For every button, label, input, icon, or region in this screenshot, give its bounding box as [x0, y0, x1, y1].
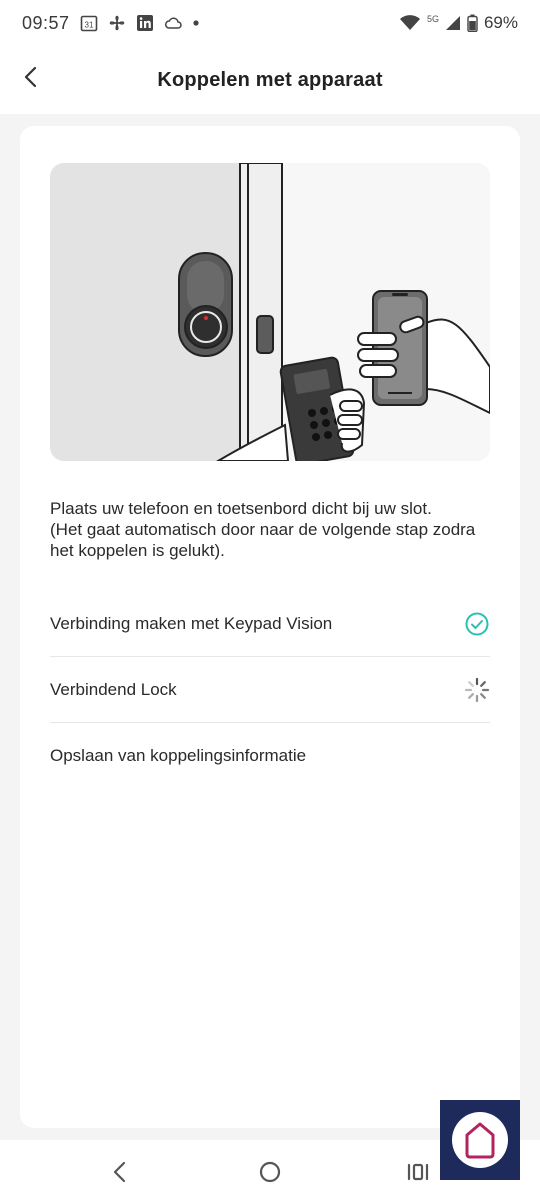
signal-icon: [445, 15, 461, 31]
linkedin-icon: [136, 14, 154, 32]
calendar-day-text: 31: [84, 21, 93, 30]
pairing-steps-list: Verbinding maken met Keypad Vision Verbi…: [50, 591, 490, 789]
nav-home-button[interactable]: [256, 1158, 284, 1186]
cloud-icon: [164, 15, 182, 31]
chevron-left-icon: [24, 66, 37, 88]
instruction-text: Plaats uw telefoon en toetsenbord dicht …: [50, 498, 490, 561]
battery-percentage: 69%: [483, 13, 518, 32]
instruction-line-1: Plaats uw telefoon en toetsenbord dicht …: [50, 499, 432, 518]
nav-back-icon: [113, 1161, 126, 1183]
network-type-text: 5G: [426, 14, 439, 24]
network-type-label: 5G: [427, 14, 439, 24]
step-label: Opslaan van koppelingsinformatie: [50, 746, 307, 765]
nav-recents-icon: [407, 1163, 429, 1181]
content-card: Plaats uw telefoon en toetsenbord dicht …: [20, 126, 520, 1128]
step-item: Verbinding maken met Keypad Vision: [50, 591, 490, 657]
step-label: Verbinding maken met Keypad Vision: [50, 613, 333, 633]
nav-recents-button[interactable]: [404, 1158, 432, 1186]
app-header: Koppelen met apparaat: [0, 46, 540, 114]
wifi-icon: [399, 15, 421, 31]
loading-spinner-icon: [464, 677, 490, 703]
dot-icon: [192, 19, 200, 27]
instruction-line-2: (Het gaat automatisch door naar de volge…: [50, 520, 476, 560]
step-item: Verbindend Lock: [50, 657, 490, 723]
home-app-icon: [452, 1112, 508, 1168]
nav-home-icon: [259, 1161, 281, 1183]
nav-back-button[interactable]: [106, 1158, 134, 1186]
floating-app-button[interactable]: [440, 1100, 520, 1180]
back-button[interactable]: [14, 60, 48, 94]
pairing-illustration: [50, 163, 490, 461]
step-item: Opslaan van koppelingsinformatie: [50, 723, 490, 789]
status-bar: 09:57 31 5G 69%: [0, 0, 540, 46]
step-status-empty: [464, 743, 490, 769]
status-time: 09:57: [22, 12, 70, 33]
page-title: Koppelen met apparaat: [157, 68, 383, 91]
battery-icon: [467, 14, 478, 32]
calendar-icon: 31: [80, 14, 98, 32]
check-circle-icon: [464, 611, 490, 637]
step-label: Verbindend Lock: [50, 679, 177, 699]
fan-icon: [108, 14, 126, 32]
